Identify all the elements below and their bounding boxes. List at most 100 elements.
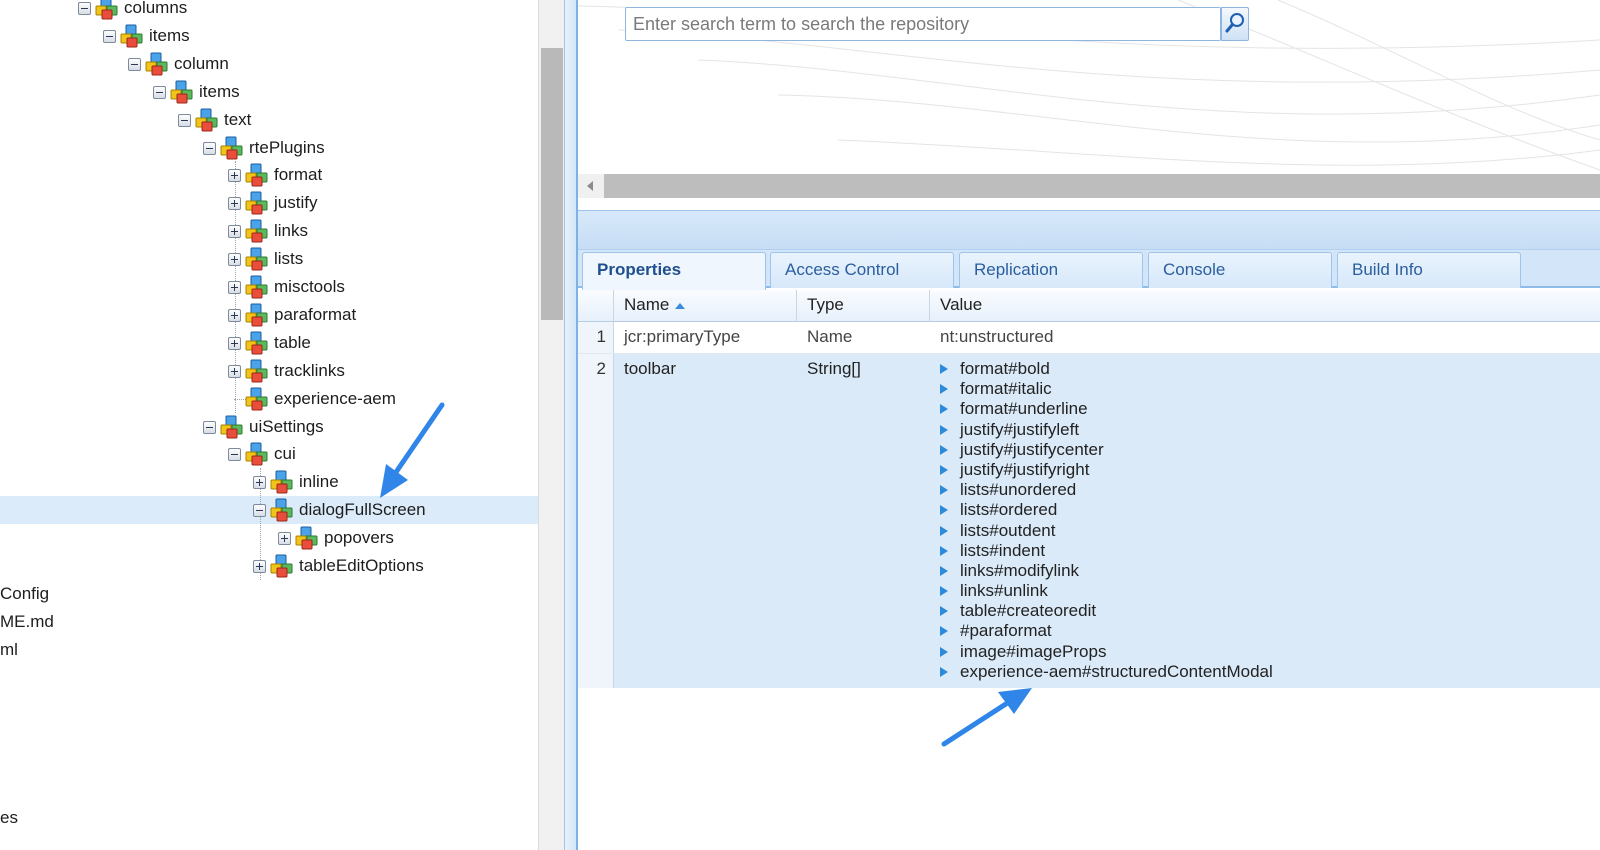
tree-node[interactable]: paraformat xyxy=(0,301,530,329)
tree-node[interactable]: text xyxy=(0,106,530,134)
file-item[interactable]: es xyxy=(0,804,18,832)
tree-node[interactable]: columns xyxy=(0,0,530,22)
tree-node[interactable]: uiSettings xyxy=(0,413,530,441)
tree-node[interactable]: tracklinks xyxy=(0,357,530,385)
node-icon xyxy=(245,219,271,243)
tree-node[interactable]: table xyxy=(0,329,530,357)
value-text: image#imageProps xyxy=(960,641,1107,661)
tab-access-control[interactable]: Access Control xyxy=(770,252,954,288)
file-item[interactable]: Config xyxy=(0,580,49,608)
collapse-icon[interactable] xyxy=(228,448,241,462)
tree-node[interactable]: format xyxy=(0,161,530,189)
column-header-value[interactable]: Value xyxy=(930,290,1600,322)
value-item[interactable]: links#unlink xyxy=(936,581,1273,601)
value-item[interactable]: format#bold xyxy=(936,359,1273,379)
expand-icon[interactable] xyxy=(228,169,241,183)
search-input[interactable] xyxy=(626,8,1220,40)
expand-triangle-icon[interactable] xyxy=(940,646,948,657)
collapse-icon[interactable] xyxy=(78,2,91,15)
tab-replication[interactable]: Replication xyxy=(959,252,1143,288)
search-button[interactable] xyxy=(1221,7,1249,41)
value-item[interactable]: experience-aem#structuredContentModal xyxy=(936,662,1273,682)
expand-icon[interactable] xyxy=(228,281,241,294)
file-item[interactable]: ml xyxy=(0,636,18,664)
expand-triangle-icon[interactable] xyxy=(940,384,948,395)
scrollbar-thumb[interactable] xyxy=(604,174,1600,198)
expand-triangle-icon[interactable] xyxy=(940,626,948,637)
expand-icon[interactable] xyxy=(278,532,291,546)
expand-icon[interactable] xyxy=(253,476,266,490)
expand-triangle-icon[interactable] xyxy=(940,505,948,516)
expand-icon[interactable] xyxy=(228,336,241,350)
expand-icon[interactable] xyxy=(228,225,241,239)
tree-scrollbar[interactable] xyxy=(538,0,564,850)
table-row[interactable]: 2 toolbar String[] format#bold format#ita… xyxy=(578,354,1600,688)
value-item[interactable]: lists#ordered xyxy=(936,500,1273,520)
expand-triangle-icon[interactable] xyxy=(940,545,948,556)
expand-icon[interactable] xyxy=(228,308,241,322)
tree-node[interactable]: popovers xyxy=(0,524,530,552)
expand-triangle-icon[interactable] xyxy=(940,444,948,455)
tree-node[interactable]: justify xyxy=(0,189,530,217)
tree-node[interactable]: misctools xyxy=(0,273,530,301)
cell-value-list: format#bold format#italic format#underline… xyxy=(936,359,1273,682)
node-icon xyxy=(120,24,146,48)
value-item[interactable]: #paraformat xyxy=(936,621,1273,641)
scrollbar-thumb[interactable] xyxy=(541,48,563,320)
tree-node[interactable]: experience-aem xyxy=(0,385,530,413)
expand-triangle-icon[interactable] xyxy=(940,525,948,536)
value-item[interactable]: justify#justifycenter xyxy=(936,440,1273,460)
tree-node[interactable]: links xyxy=(0,217,530,245)
tree-node[interactable]: items xyxy=(0,78,530,106)
collapse-icon[interactable] xyxy=(203,141,216,155)
expand-triangle-icon[interactable] xyxy=(940,666,948,677)
tree-node[interactable]: inline xyxy=(0,468,530,496)
value-item[interactable]: format#underline xyxy=(936,399,1273,419)
tab-console[interactable]: Console xyxy=(1148,252,1332,288)
expand-triangle-icon[interactable] xyxy=(940,565,948,576)
tree-node[interactable]: dialogFullScreen xyxy=(0,496,530,524)
file-item[interactable]: ME.md xyxy=(0,608,54,636)
value-item[interactable]: justify#justifyleft xyxy=(936,420,1273,440)
collapse-icon[interactable] xyxy=(178,113,191,127)
expand-triangle-icon[interactable] xyxy=(940,364,948,374)
horizontal-scrollbar[interactable] xyxy=(578,174,1600,198)
expand-icon[interactable] xyxy=(253,560,266,573)
expand-triangle-icon[interactable] xyxy=(940,606,948,617)
expand-triangle-icon[interactable] xyxy=(940,404,948,415)
pane-divider[interactable] xyxy=(564,0,578,850)
value-item[interactable]: table#createoredit xyxy=(936,601,1273,621)
expand-icon[interactable] xyxy=(228,253,241,267)
value-item[interactable]: lists#unordered xyxy=(936,480,1273,500)
column-header-name[interactable]: Name xyxy=(614,290,797,322)
column-header-type[interactable]: Type xyxy=(797,290,930,322)
tab-build-info[interactable]: Build Info xyxy=(1337,252,1521,288)
scroll-left-button[interactable] xyxy=(578,174,604,198)
tree-node[interactable]: cui xyxy=(0,440,530,468)
expand-triangle-icon[interactable] xyxy=(940,424,948,435)
tree-node[interactable]: column xyxy=(0,50,530,78)
value-item[interactable]: justify#justifyright xyxy=(936,460,1273,480)
tree-node[interactable]: lists xyxy=(0,245,530,273)
expand-icon[interactable] xyxy=(228,364,241,378)
collapse-icon[interactable] xyxy=(128,57,141,71)
value-item[interactable]: links#modifylink xyxy=(936,561,1273,581)
expand-triangle-icon[interactable] xyxy=(940,464,948,475)
tab-properties[interactable]: Properties xyxy=(582,252,766,290)
collapse-icon[interactable] xyxy=(253,504,266,518)
expand-icon[interactable] xyxy=(228,197,241,211)
value-item[interactable]: format#italic xyxy=(936,379,1273,399)
magnifier-icon xyxy=(1225,13,1244,33)
collapse-icon[interactable] xyxy=(153,85,166,99)
tree-node[interactable]: tableEditOptions xyxy=(0,552,530,580)
value-item[interactable]: lists#indent xyxy=(936,541,1273,561)
collapse-icon[interactable] xyxy=(203,420,216,434)
expand-triangle-icon[interactable] xyxy=(940,485,948,496)
collapse-icon[interactable] xyxy=(103,29,116,43)
tree-node[interactable]: items xyxy=(0,22,530,50)
table-row[interactable]: 1 jcr:primaryType Name nt:unstructured xyxy=(578,322,1600,354)
tree-node[interactable]: rtePlugins xyxy=(0,134,530,162)
value-item[interactable]: image#imageProps xyxy=(936,642,1273,662)
value-item[interactable]: lists#outdent xyxy=(936,521,1273,541)
expand-triangle-icon[interactable] xyxy=(940,586,948,597)
